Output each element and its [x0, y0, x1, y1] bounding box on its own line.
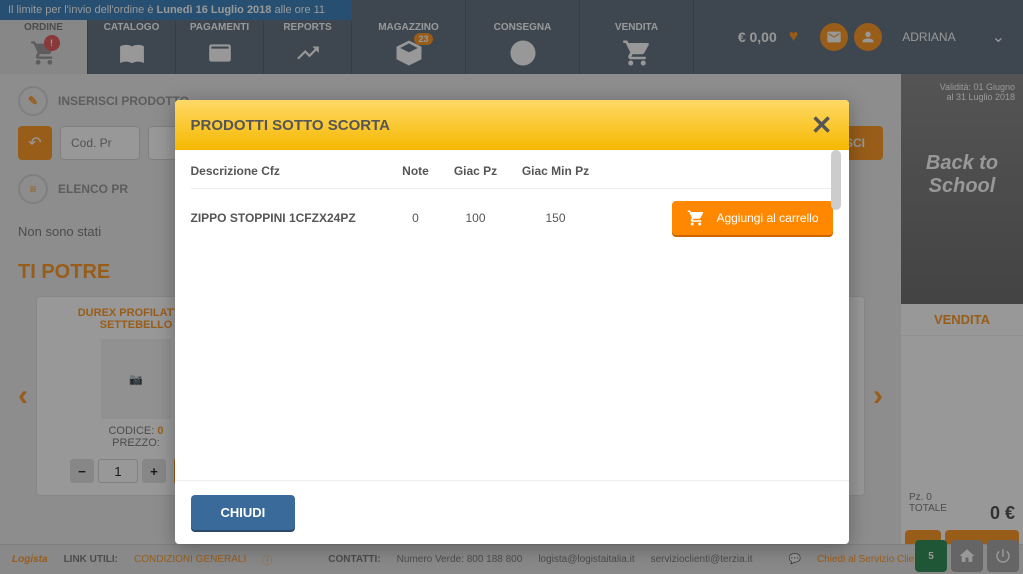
col-header-min: Giac Min Pz [511, 164, 601, 178]
row-min: 150 [511, 211, 601, 225]
col-header-desc: Descrizione Cfz [191, 164, 391, 178]
modal-scrollbar[interactable] [831, 150, 841, 488]
add-to-cart-button[interactable]: Aggiungi al carrello [672, 201, 832, 235]
row-desc: ZIPPO STOPPINI 1CFZX24PZ [191, 211, 391, 225]
modal-title: PRODOTTI SOTTO SCORTA [191, 117, 390, 134]
table-row: ZIPPO STOPPINI 1CFZX24PZ 0 100 150 Aggiu… [191, 189, 833, 247]
modal-close-button[interactable]: ✕ [811, 112, 833, 138]
add-to-cart-label: Aggiungi al carrello [716, 211, 818, 225]
scrollbar-thumb[interactable] [831, 150, 841, 210]
low-stock-modal: PRODOTTI SOTTO SCORTA ✕ Descrizione Cfz … [175, 100, 849, 544]
modal-overlay: PRODOTTI SOTTO SCORTA ✕ Descrizione Cfz … [0, 0, 1023, 574]
col-header-note: Note [391, 164, 441, 178]
row-note: 0 [391, 211, 441, 225]
row-giac: 100 [441, 211, 511, 225]
modal-close-footer-button[interactable]: CHIUDI [191, 495, 296, 530]
col-header-giac: Giac Pz [441, 164, 511, 178]
